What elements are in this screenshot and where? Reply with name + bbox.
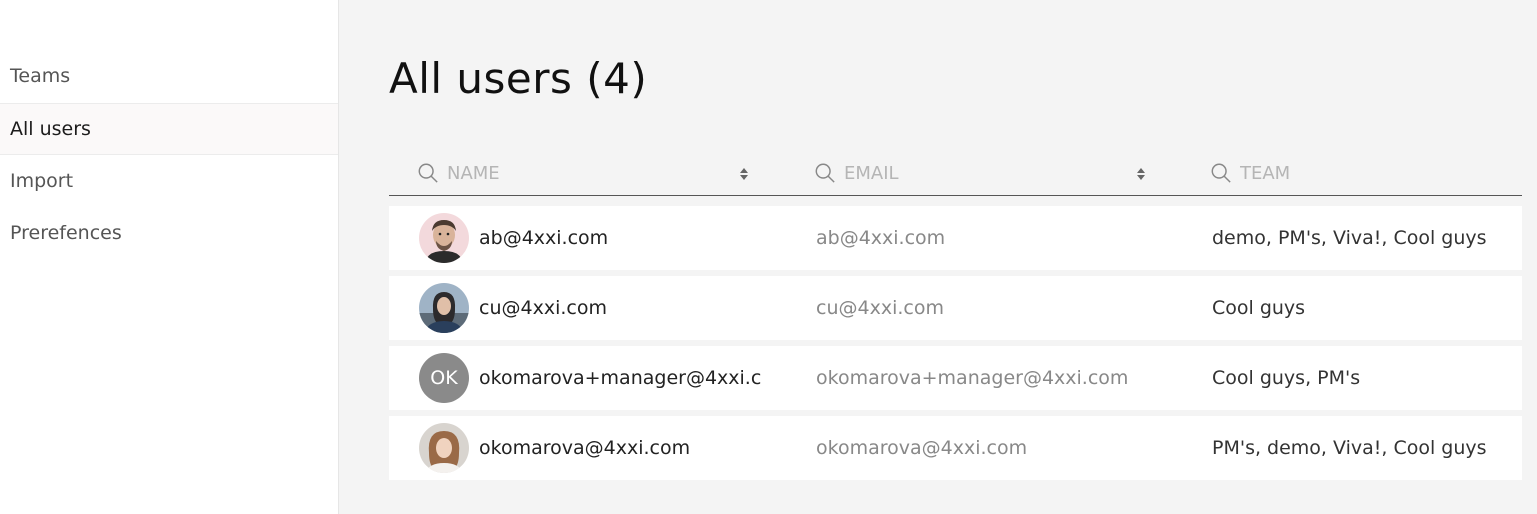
user-teams: Cool guys, PM's (1212, 367, 1361, 389)
sidebar-item-all-users[interactable]: All users (0, 103, 338, 155)
user-name: cu@4xxi.com (479, 297, 607, 319)
email-search-input[interactable] (844, 162, 1104, 184)
avatar: OK (419, 353, 469, 403)
sidebar-item-preferences[interactable]: Prerefences (0, 207, 338, 259)
search-icon (1211, 163, 1231, 183)
user-teams: Cool guys (1212, 297, 1306, 319)
user-email: okomarova@4xxi.com (816, 437, 1028, 459)
table-row[interactable]: ab@4xxi.com ab@4xxi.com demo, PM's, Viva… (389, 206, 1522, 270)
user-name: okomarova+manager@4xxi.c (479, 367, 762, 389)
table-row[interactable]: OK okomarova+manager@4xxi.c okomarova+ma… (389, 346, 1522, 410)
user-teams: PM's, demo, Viva!, Cool guys (1212, 437, 1487, 459)
team-filter (1210, 150, 1500, 196)
table-header (389, 150, 1522, 196)
user-teams: demo, PM's, Viva!, Cool guys (1212, 227, 1487, 249)
email-filter (814, 150, 1104, 196)
name-search-input[interactable] (447, 162, 707, 184)
user-email: ab@4xxi.com (816, 227, 946, 249)
name-filter (417, 150, 707, 196)
sidebar-item-label: Import (10, 170, 74, 192)
avatar (419, 283, 469, 333)
search-icon (418, 163, 438, 183)
sort-name-icon[interactable] (738, 166, 750, 182)
sort-email-icon[interactable] (1135, 166, 1147, 182)
sidebar-item-label: Teams (10, 65, 71, 87)
sidebar-item-import[interactable]: Import (0, 155, 338, 207)
sidebar: Teams All users Import Prerefences (0, 0, 339, 514)
sidebar-item-label: All users (10, 118, 91, 140)
sidebar-item-label: Prerefences (10, 222, 122, 244)
sidebar-item-teams[interactable]: Teams (0, 50, 338, 102)
team-search-input[interactable] (1240, 162, 1500, 184)
avatar (419, 213, 469, 263)
page-title: All users (4) (389, 54, 648, 103)
user-email: okomarova+manager@4xxi.com (816, 367, 1129, 389)
search-icon (815, 163, 835, 183)
table-row[interactable]: cu@4xxi.com cu@4xxi.com Cool guys (389, 276, 1522, 340)
table-row[interactable]: okomarova@4xxi.com okomarova@4xxi.com PM… (389, 416, 1522, 480)
user-email: cu@4xxi.com (816, 297, 944, 319)
avatar (419, 423, 469, 473)
user-name: okomarova@4xxi.com (479, 437, 691, 459)
user-name: ab@4xxi.com (479, 227, 609, 249)
main-content: All users (4) NAME EMAIL TEAM ab@4xxi.co… (339, 0, 1537, 514)
